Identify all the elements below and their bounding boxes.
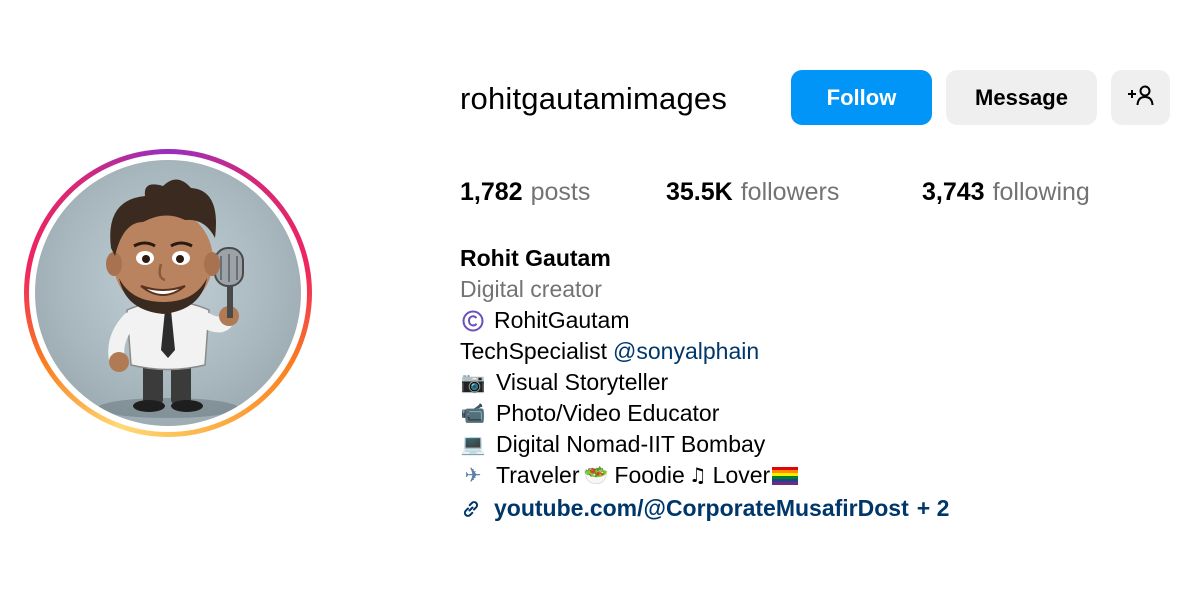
avatar-caricature-illustration (98, 179, 244, 418)
posts-stat: 1,782 posts (460, 176, 590, 208)
followers-label: followers (740, 178, 840, 206)
following-count: 3,743 (922, 178, 985, 206)
bio-line-traveler: ✈ Traveler 🥗 Foodie ♫ Lover (460, 460, 949, 491)
message-button[interactable]: Message (946, 70, 1097, 125)
suggested-users-button[interactable] (1111, 70, 1170, 125)
external-link[interactable]: youtube.com/@CorporateMusafirDost (494, 493, 909, 524)
bio-text: Digital Nomad-IIT Bombay (496, 431, 766, 457)
avatar-gap (29, 154, 307, 432)
airplane-icon: ✈ (464, 463, 482, 487)
laptop-icon: 💻 (460, 432, 486, 456)
profile-avatar-ring[interactable] (24, 149, 312, 437)
category-label: Digital creator (460, 276, 602, 302)
link-icon (460, 498, 482, 520)
posts-label: posts (530, 178, 591, 206)
mention-link[interactable]: @sonyalphain (613, 336, 759, 367)
camera-icon: 📷 (460, 370, 486, 394)
bio-text: TechSpecialist (460, 338, 608, 364)
bio-text: RohitGautam (494, 307, 630, 333)
following-label: following (992, 178, 1090, 206)
pride-flag-icon (772, 466, 799, 485)
bio-text: Lover (712, 462, 771, 488)
full-name: Rohit Gautam (460, 245, 611, 271)
following-stat[interactable]: 3,743 following (922, 176, 1090, 208)
bio-line-techspecialist: TechSpecialist @sonyalphain (460, 336, 949, 367)
bio-line-copyright: RohitGautam (460, 305, 949, 336)
copyright-icon (460, 310, 486, 332)
bio-line-nomad: 💻 Digital Nomad-IIT Bombay (460, 429, 949, 460)
posts-count: 1,782 (460, 178, 523, 206)
video-camera-icon: 📹 (460, 401, 486, 425)
add-person-icon (1127, 84, 1154, 112)
follow-button[interactable]: Follow (791, 70, 932, 125)
more-links-button[interactable]: + 2 (917, 493, 950, 524)
bio-line-educator: 📹 Photo/Video Educator (460, 398, 949, 429)
salad-icon: 🥗 (583, 463, 609, 487)
followers-count: 35.5K (666, 178, 733, 206)
profile-bio: Rohit Gautam Digital creator RohitGautam… (460, 243, 949, 524)
music-note-icon: ♫ (688, 463, 707, 487)
bio-text: Visual Storyteller (496, 369, 669, 395)
avatar[interactable] (35, 160, 301, 426)
bio-text: Traveler (496, 462, 580, 488)
bio-line-storyteller: 📷 Visual Storyteller (460, 367, 949, 398)
followers-stat[interactable]: 35.5K followers (666, 176, 839, 208)
bio-link[interactable]: youtube.com/@CorporateMusafirDost + 2 (460, 493, 949, 524)
profile-username: rohitgautamimages (460, 81, 728, 116)
bio-text: Foodie (614, 462, 685, 488)
bio-text: Photo/Video Educator (496, 400, 720, 426)
